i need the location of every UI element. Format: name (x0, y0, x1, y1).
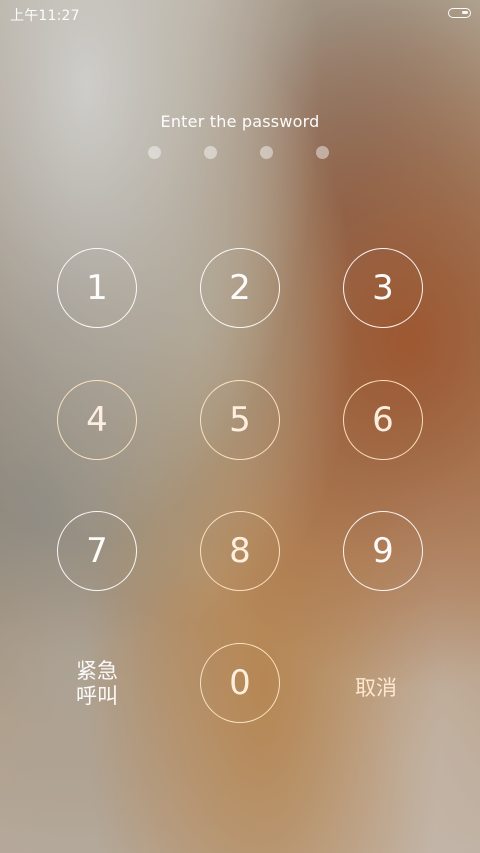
keypad-key-5[interactable]: 5 (200, 380, 280, 460)
keypad-key-1[interactable]: 1 (57, 248, 137, 328)
pin-dot (316, 146, 329, 159)
keypad-key-8[interactable]: 8 (200, 511, 280, 591)
keypad-key-4[interactable]: 4 (57, 380, 137, 460)
battery-fill (462, 11, 468, 14)
keypad-key-9[interactable]: 9 (343, 511, 423, 591)
keypad-key-6[interactable]: 6 (343, 380, 423, 460)
pin-dot (148, 146, 161, 159)
pin-dot (260, 146, 273, 159)
keypad-key-2[interactable]: 2 (200, 248, 280, 328)
keypad-key-0[interactable]: 0 (200, 643, 280, 723)
keypad-key-7[interactable]: 7 (57, 511, 137, 591)
status-bar: 上午11:27 (0, 0, 480, 28)
pin-dot (204, 146, 217, 159)
emergency-call-label-line2: 呼叫 (76, 684, 118, 708)
emergency-call-label-line1: 紧急 (76, 659, 118, 683)
status-time: 上午11:27 (10, 8, 80, 24)
pin-indicator (140, 145, 340, 161)
emergency-call-button[interactable]: 紧急 呼叫 (68, 659, 126, 709)
password-prompt: Enter the password (160, 112, 320, 131)
cancel-button[interactable]: 取消 (348, 672, 404, 702)
battery-icon (448, 8, 471, 18)
keypad-key-3[interactable]: 3 (343, 248, 423, 328)
